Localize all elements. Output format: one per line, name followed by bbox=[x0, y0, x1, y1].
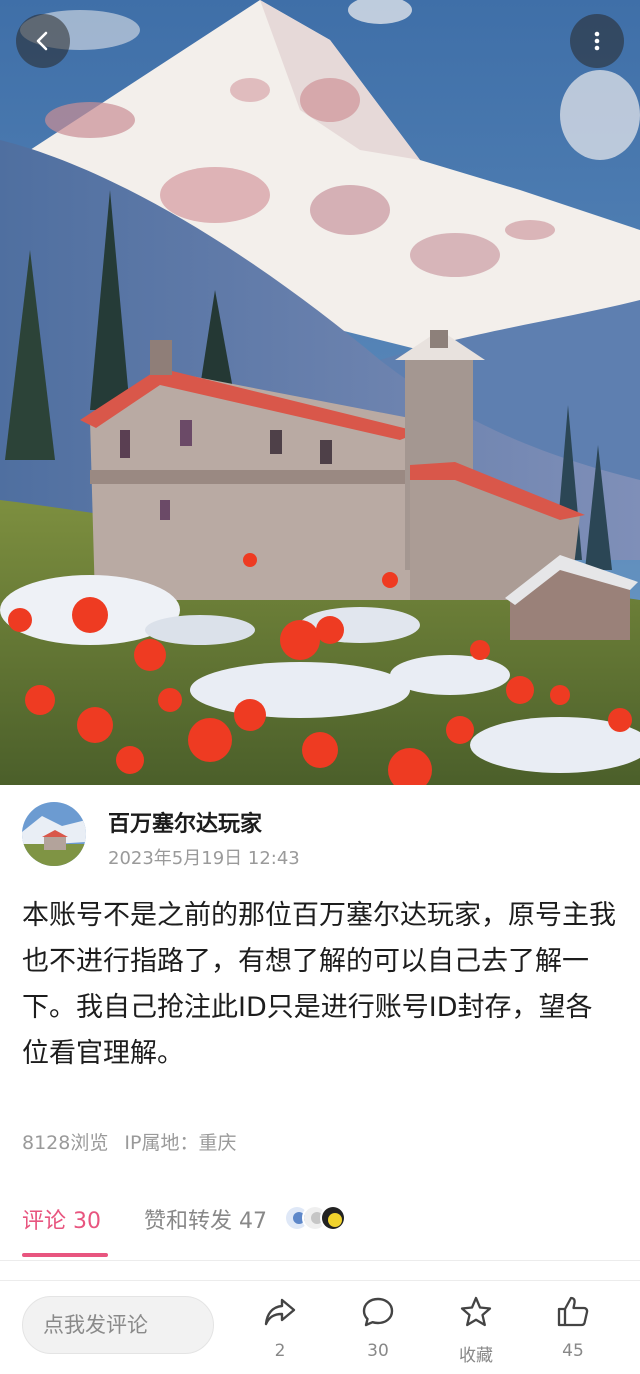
share-icon bbox=[264, 1298, 296, 1326]
thumbs-up-icon bbox=[557, 1296, 589, 1327]
active-tab-indicator bbox=[22, 1253, 108, 1257]
interaction-tabs: 评论 30 赞和转发 47 bbox=[22, 1203, 622, 1259]
star-icon bbox=[460, 1296, 492, 1327]
tab-likes-reposts[interactable]: 赞和转发 47 bbox=[144, 1203, 267, 1235]
post-time: 2023年5月19日 12:43 bbox=[108, 848, 300, 869]
like-count: 45 bbox=[562, 1341, 584, 1361]
comment-icon bbox=[362, 1297, 394, 1327]
bottom-action-bar: 点我发评论 2 30 收藏 45 bbox=[0, 1280, 640, 1374]
favorite-button[interactable]: 收藏 bbox=[446, 1293, 506, 1366]
divider bbox=[0, 1260, 640, 1261]
comment-button[interactable]: 30 bbox=[348, 1293, 408, 1361]
reaction-avatar bbox=[320, 1205, 346, 1231]
tab-comments-label: 评论 30 bbox=[22, 1209, 101, 1234]
author-section: 百万塞尔达玩家 2023年5月19日 12:43 bbox=[22, 802, 622, 872]
comment-input[interactable]: 点我发评论 bbox=[22, 1296, 214, 1354]
mountain-village-illustration bbox=[0, 0, 640, 785]
share-count: 2 bbox=[274, 1341, 286, 1361]
post-meta: 8128浏览 IP属地：重庆 bbox=[22, 1128, 246, 1155]
comment-count: 30 bbox=[367, 1341, 389, 1361]
more-button[interactable] bbox=[570, 14, 624, 68]
more-vertical-icon bbox=[594, 31, 600, 51]
post-image[interactable] bbox=[0, 0, 640, 785]
post-text: 本账号不是之前的那位百万塞尔达玩家，原号主我也不进行指路了，有想了解的可以自己去… bbox=[22, 900, 616, 1069]
chevron-left-icon bbox=[36, 31, 48, 51]
avatar[interactable] bbox=[22, 802, 86, 866]
tab-comments[interactable]: 评论 30 bbox=[22, 1203, 108, 1257]
tab-likes-label: 赞和转发 47 bbox=[144, 1209, 267, 1234]
reaction-avatars[interactable] bbox=[284, 1205, 346, 1231]
back-button[interactable] bbox=[16, 14, 70, 68]
avatar-image bbox=[22, 802, 86, 866]
share-button[interactable]: 2 bbox=[250, 1293, 310, 1361]
view-count: 8128浏览 bbox=[22, 1132, 109, 1154]
like-button[interactable]: 45 bbox=[543, 1293, 603, 1361]
author-name[interactable]: 百万塞尔达玩家 bbox=[108, 806, 262, 838]
favorite-label: 收藏 bbox=[459, 1346, 493, 1366]
ip-location: IP属地：重庆 bbox=[124, 1132, 237, 1154]
